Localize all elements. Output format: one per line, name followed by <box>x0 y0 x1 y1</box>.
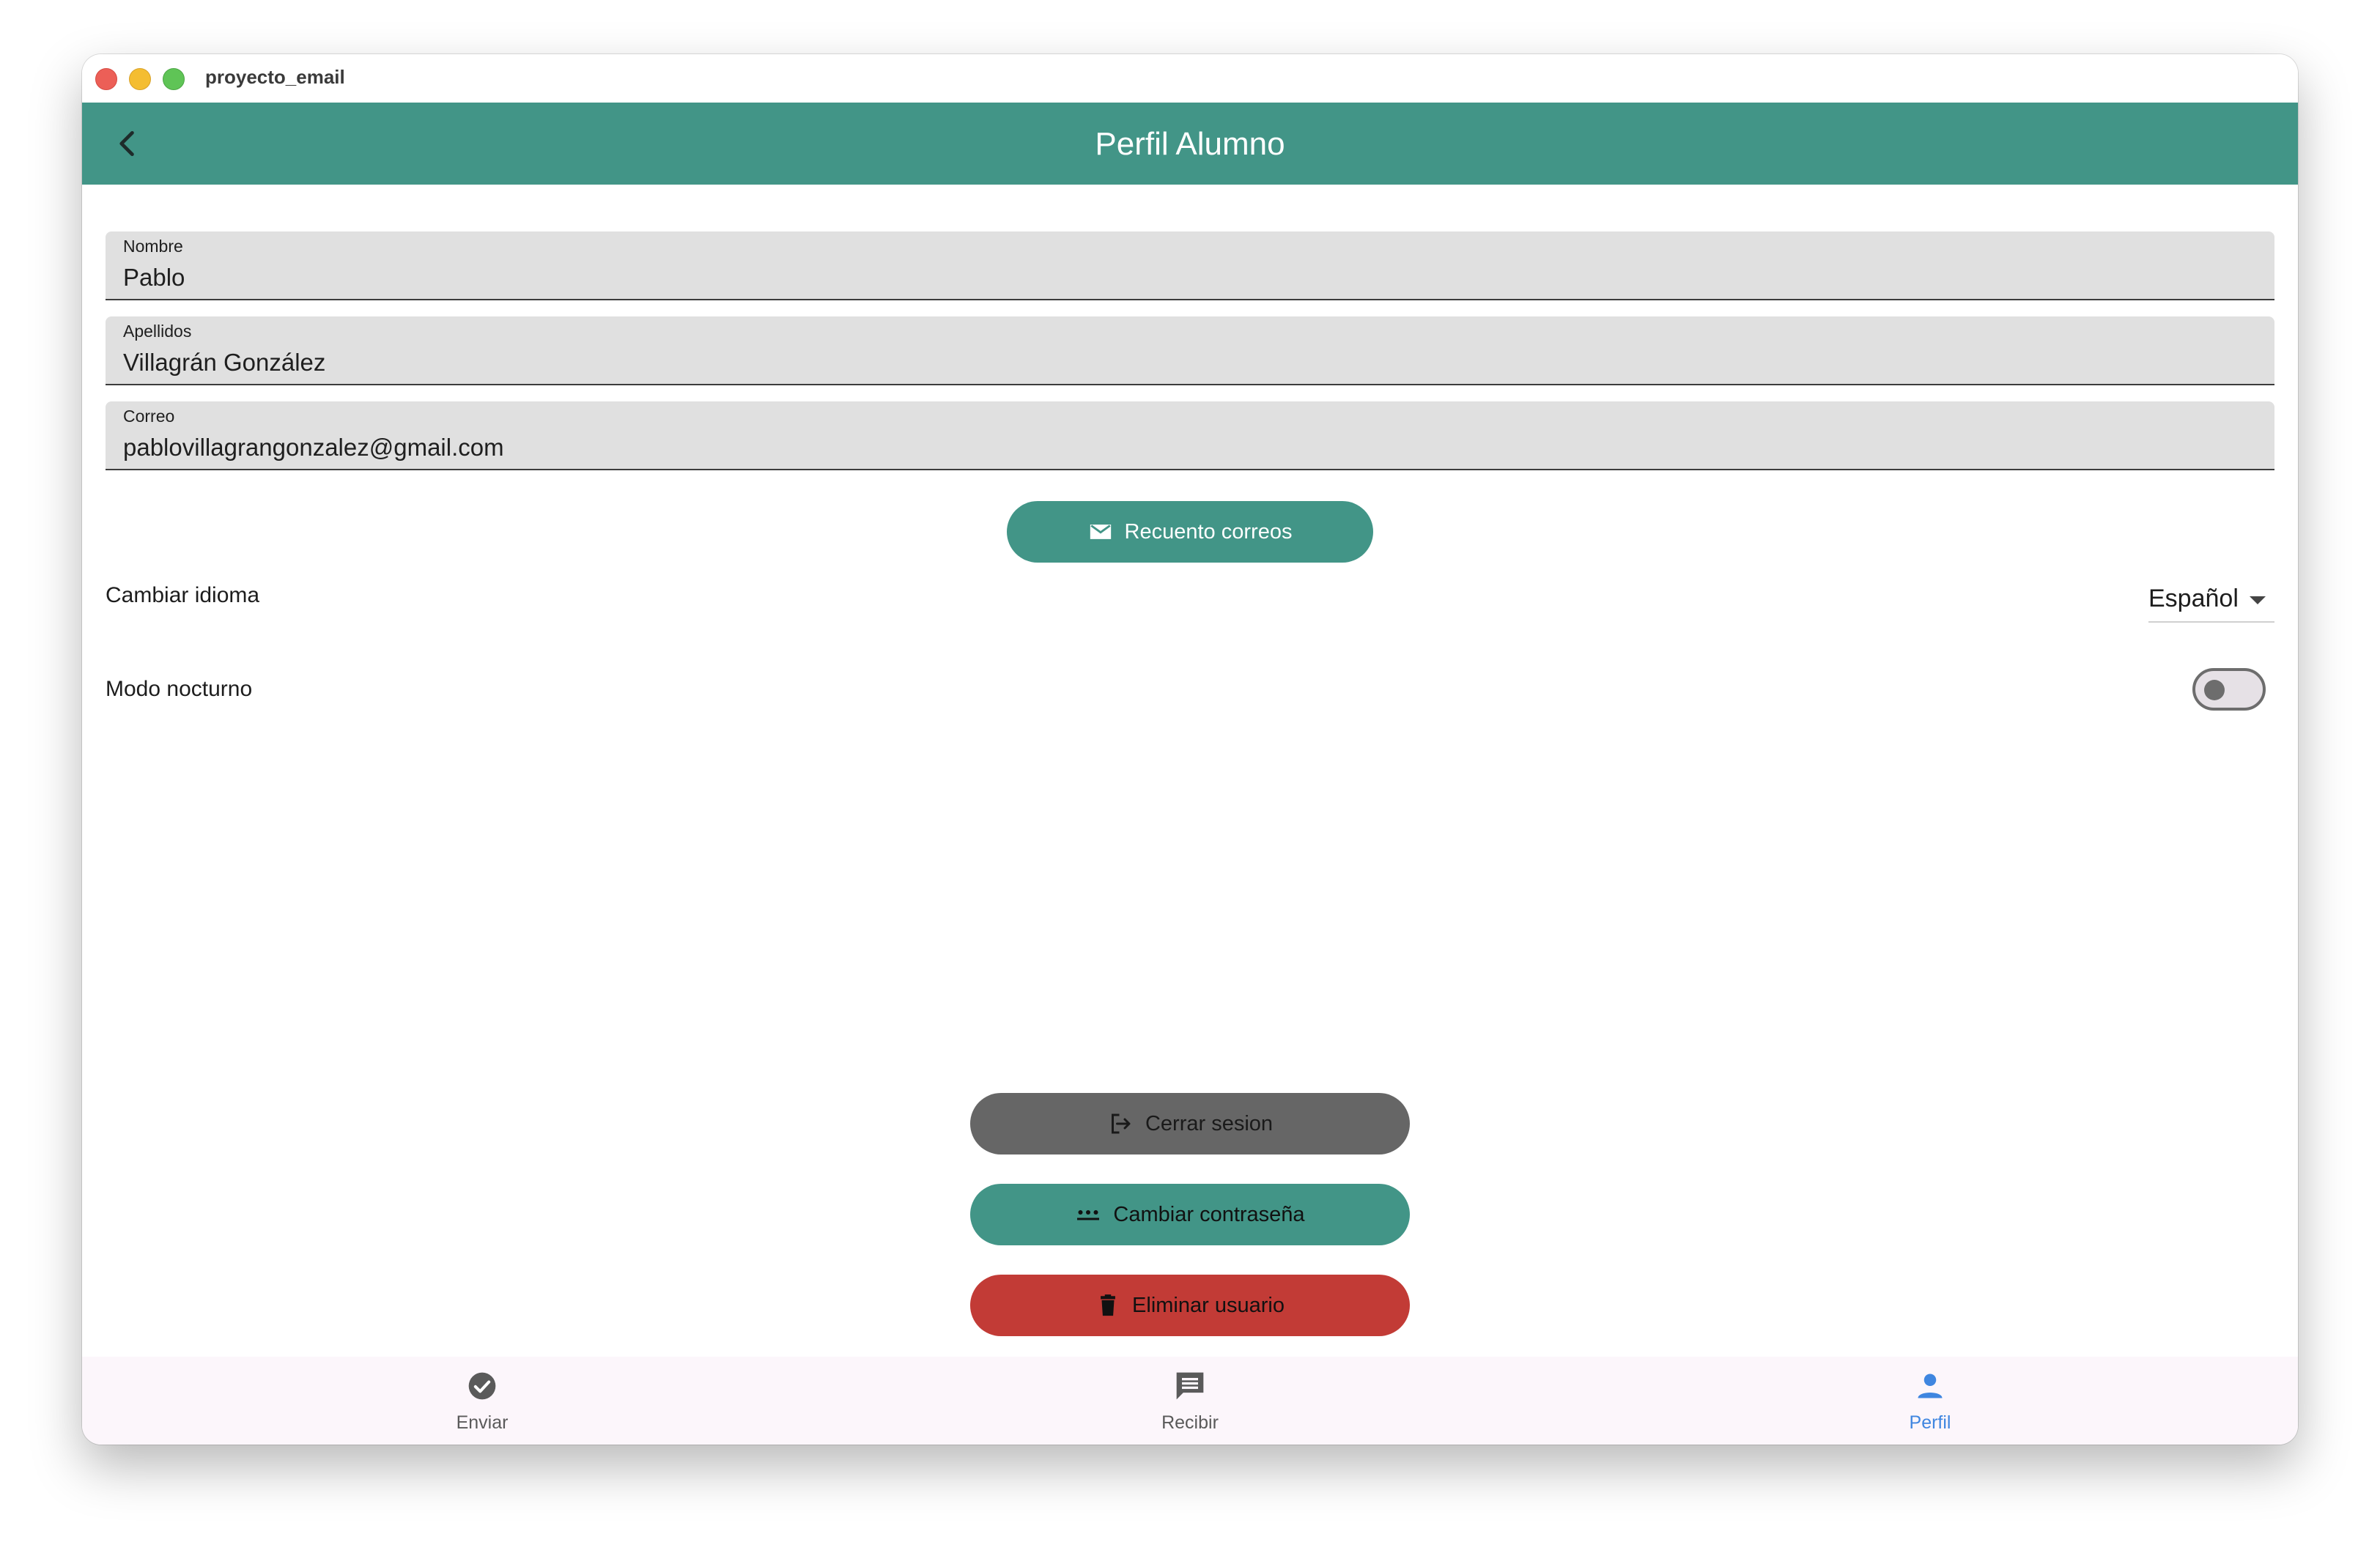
nav-label-perfil: Perfil <box>1909 1412 1951 1433</box>
logout-icon <box>1111 1113 1131 1134</box>
app-bar: Perfil Alumno <box>82 103 2298 185</box>
bottom-navigation: Enviar Recibir Perfil <box>82 1357 2298 1445</box>
title-bar: proyecto_email <box>82 54 2298 103</box>
person-icon <box>1918 1374 1943 1398</box>
minimize-window-button[interactable] <box>129 68 151 90</box>
correo-field[interactable]: Correo pablovillagrangonzalez@gmail.com <box>106 401 2274 470</box>
nombre-label: Nombre <box>123 237 183 256</box>
apellidos-field[interactable]: Apellidos Villagrán González <box>106 316 2274 385</box>
correo-value[interactable]: pablovillagrangonzalez@gmail.com <box>123 434 504 462</box>
window-title: proyecto_email <box>205 66 345 88</box>
change-password-button[interactable]: Cambiar contraseña <box>970 1184 1410 1245</box>
delete-user-button[interactable]: Eliminar usuario <box>970 1275 1410 1336</box>
apellidos-value[interactable]: Villagrán González <box>123 349 325 377</box>
app-window: proyecto_email Perfil Alumno Nombre Pabl… <box>82 54 2298 1445</box>
delete-user-label: Eliminar usuario <box>1132 1293 1285 1317</box>
night-mode-toggle[interactable] <box>2192 668 2266 711</box>
nombre-value[interactable]: Pablo <box>123 264 185 292</box>
count-emails-button[interactable]: Recuento correos <box>1007 501 1373 563</box>
check-circle-icon <box>468 1372 496 1400</box>
close-window-button[interactable] <box>95 68 117 90</box>
password-icon <box>1077 1210 1100 1220</box>
nombre-field[interactable]: Nombre Pablo <box>106 231 2274 300</box>
mail-icon <box>1090 525 1111 539</box>
caret-down-icon <box>2250 596 2266 604</box>
correo-label: Correo <box>123 407 175 426</box>
maximize-window-button[interactable] <box>163 68 185 90</box>
nav-item-enviar[interactable]: Enviar <box>372 1357 592 1445</box>
nav-item-recibir[interactable]: Recibir <box>1080 1357 1300 1445</box>
count-emails-label: Recuento correos <box>1124 519 1293 544</box>
nav-item-perfil[interactable]: Perfil <box>1820 1357 2040 1445</box>
nav-label-enviar: Enviar <box>456 1412 509 1433</box>
language-dropdown[interactable]: Español <box>2148 582 2274 623</box>
logout-label: Cerrar sesion <box>1145 1111 1274 1135</box>
chat-icon <box>1176 1372 1204 1400</box>
language-label: Cambiar idioma <box>106 583 260 607</box>
language-selected-value: Español <box>2148 585 2239 612</box>
nav-label-recibir: Recibir <box>1161 1412 1219 1433</box>
apellidos-label: Apellidos <box>123 322 192 341</box>
trash-icon <box>1101 1294 1115 1316</box>
logout-button[interactable]: Cerrar sesion <box>970 1093 1410 1154</box>
night-mode-label: Modo nocturno <box>106 677 253 701</box>
change-password-label: Cambiar contraseña <box>1113 1202 1305 1226</box>
page-title: Perfil Alumno <box>1095 126 1285 162</box>
toggle-knob <box>2204 680 2225 700</box>
